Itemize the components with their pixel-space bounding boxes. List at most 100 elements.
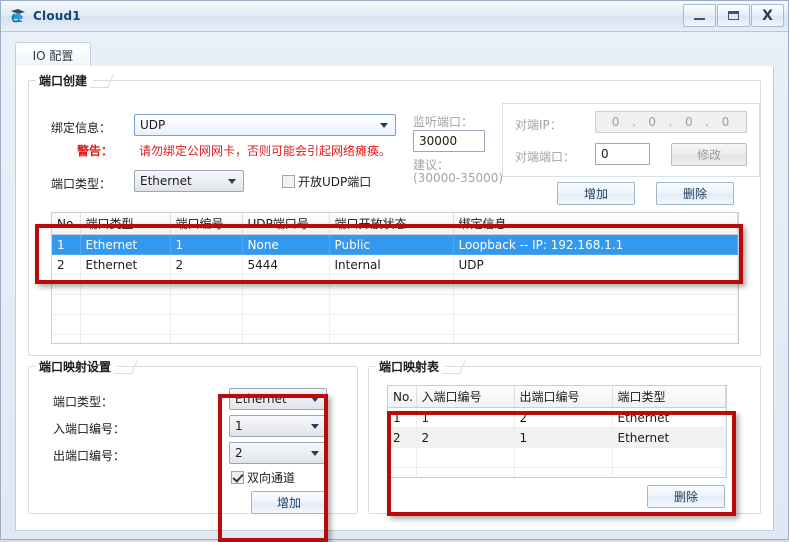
listen-port-input[interactable]: 30000 (413, 130, 485, 152)
delete-mapping-button[interactable]: 删除 (647, 485, 725, 508)
cell-state: Internal (329, 254, 454, 275)
modify-button-label: 修改 (696, 148, 721, 162)
duplex-channel-label: 双向通道 (247, 471, 296, 485)
ip-dot-2: . (668, 115, 674, 129)
add-mapping-button-label: 增加 (276, 496, 301, 510)
cell-type: Ethernet (612, 427, 726, 448)
ip-dot-3: . (705, 115, 710, 129)
modify-button[interactable]: 修改 (671, 143, 747, 166)
table-row[interactable]: 1 Ethernet 1 None Public Loopback -- IP:… (52, 234, 738, 255)
application-window: Cloud1 X IO 配置 端口创建 绑定信息： UDP 警告： 请勿绑定公网… (0, 0, 789, 542)
suggest-range: (30000-35000) (413, 171, 504, 185)
peer-port-label: 对端端口： (515, 150, 576, 164)
ip-dot-1: . (631, 115, 637, 129)
cell-no: 2 (52, 254, 81, 275)
mapping-table-element: No. 入端口编号 出端口编号 端口类型 1 1 2 Ethernet 2 2 … (388, 386, 726, 477)
peer-port-input[interactable]: 0 (595, 143, 650, 165)
peer-ip-label: 对端IP： (515, 118, 562, 132)
cell-in-port: 2 (416, 427, 515, 448)
out-port-value: 2 (235, 446, 243, 460)
binding-info-combo[interactable]: UDP (134, 114, 396, 136)
mapping-col-no: No. (388, 386, 417, 408)
table-row-empty[interactable] (52, 334, 738, 343)
in-port-value: 1 (235, 419, 243, 433)
port-type-combo[interactable]: Ethernet (134, 170, 244, 192)
checkbox-box (231, 471, 244, 484)
cell-type: Ethernet (80, 254, 171, 275)
mapping-col-out: 出端口编号 (514, 386, 613, 408)
table-row[interactable]: 1 1 2 Ethernet (388, 407, 726, 428)
delete-port-button-label: 删除 (682, 187, 707, 201)
mapping-table-header-row: No. 入端口编号 出端口编号 端口类型 (388, 386, 726, 408)
open-udp-port-label: 开放UDP端口 (298, 175, 372, 189)
peer-ip-input[interactable]: 0 . 0 . 0 . 0 (595, 111, 747, 133)
mapping-col-type: 端口类型 (612, 386, 726, 408)
in-port-combo[interactable]: 1 (229, 415, 327, 437)
table-row-empty[interactable] (388, 447, 726, 468)
mapping-port-type-value: Ethernet (235, 392, 287, 406)
client-area: IO 配置 端口创建 绑定信息： UDP 警告： 请勿绑定公网网卡，否则可能会引… (1, 32, 788, 542)
cell-binding: UDP (453, 254, 738, 275)
mapping-port-type-combo[interactable]: Ethernet (229, 388, 327, 410)
chevron-down-icon (311, 424, 319, 429)
duplex-channel-checkbox[interactable]: 双向通道 (231, 469, 295, 486)
group-port-create-legend: 端口创建 (36, 72, 94, 89)
cell-type: Ethernet (80, 234, 171, 255)
minimize-icon (694, 18, 705, 20)
port-col-type: 端口类型 (80, 213, 171, 235)
maximize-icon (728, 11, 739, 20)
tab-page-io-config: 端口创建 绑定信息： UDP 警告： 请勿绑定公网网卡，否则可能会引起网络瘫痪。… (15, 66, 774, 531)
tab-strip: IO 配置 (15, 42, 774, 67)
add-mapping-button[interactable]: 增加 (251, 491, 327, 514)
cell-udp: None (242, 234, 330, 255)
peer-port-value: 0 (601, 147, 609, 161)
port-col-no: No. (52, 213, 81, 235)
group-mapping-settings-legend: 端口映射设置 (36, 358, 118, 375)
minimize-button[interactable] (683, 4, 716, 27)
peer-ip-octet-3: 0 (684, 115, 694, 129)
cell-udp: 5444 (242, 254, 330, 275)
cell-out-port: 2 (514, 407, 613, 428)
cell-state: Public (329, 234, 454, 255)
port-table[interactable]: No. 端口类型 端口编号 UDP端口号 端口开放状态 绑定信息 1 Ether… (51, 212, 739, 344)
table-row[interactable]: 2 2 1 Ethernet (388, 427, 726, 448)
cell-in-port: 1 (416, 407, 515, 428)
tab-io-config[interactable]: IO 配置 (15, 42, 91, 67)
in-port-label: 入端口编号： (53, 422, 126, 436)
table-row-empty[interactable] (52, 314, 738, 335)
title-bar: Cloud1 X (1, 1, 788, 32)
out-port-combo[interactable]: 2 (229, 442, 327, 464)
mapping-col-in: 入端口编号 (416, 386, 515, 408)
table-row[interactable]: 2 Ethernet 2 5444 Internal UDP (52, 254, 738, 275)
port-col-number: 端口编号 (170, 213, 243, 235)
cell-no: 1 (388, 407, 417, 428)
warning-text: 请勿绑定公网网卡，否则可能会引起网络瘫痪。 (139, 144, 392, 158)
maximize-button[interactable] (717, 4, 750, 27)
checkbox-box (282, 175, 295, 188)
mapping-table[interactable]: No. 入端口编号 出端口编号 端口类型 1 1 2 Ethernet 2 2 … (387, 385, 727, 478)
table-row-empty[interactable] (52, 294, 738, 315)
window-title: Cloud1 (33, 9, 81, 23)
cell-no: 1 (52, 234, 81, 255)
peer-ip-octet-4: 0 (721, 115, 731, 129)
close-button[interactable]: X (751, 4, 784, 27)
add-port-button[interactable]: 增加 (557, 182, 635, 205)
peer-panel: 对端IP： 0 . 0 . 0 . 0 对端端口： 0 修改 (502, 103, 760, 177)
chevron-down-icon (311, 451, 319, 456)
port-type-label: 端口类型： (51, 177, 112, 191)
port-table-header-row: No. 端口类型 端口编号 UDP端口号 端口开放状态 绑定信息 (52, 213, 738, 235)
port-col-state: 端口开放状态 (329, 213, 454, 235)
delete-port-button[interactable]: 删除 (656, 182, 734, 205)
cloud-icon (9, 7, 27, 25)
cell-out-port: 1 (514, 427, 613, 448)
listen-port-label: 监听端口： (413, 115, 474, 129)
open-udp-port-checkbox[interactable]: 开放UDP端口 (282, 173, 371, 190)
port-col-udp: UDP端口号 (242, 213, 330, 235)
table-row-empty[interactable] (52, 274, 738, 295)
table-row-empty[interactable] (388, 467, 726, 477)
group-mapping-table-legend: 端口映射表 (376, 358, 446, 375)
close-icon: X (762, 7, 773, 24)
delete-mapping-button-label: 删除 (673, 490, 698, 504)
group-mapping-table: 端口映射表 No. 入端口编号 出端口编号 端口类型 1 1 2 Etherne… (368, 358, 761, 514)
cell-type: Ethernet (612, 407, 726, 428)
